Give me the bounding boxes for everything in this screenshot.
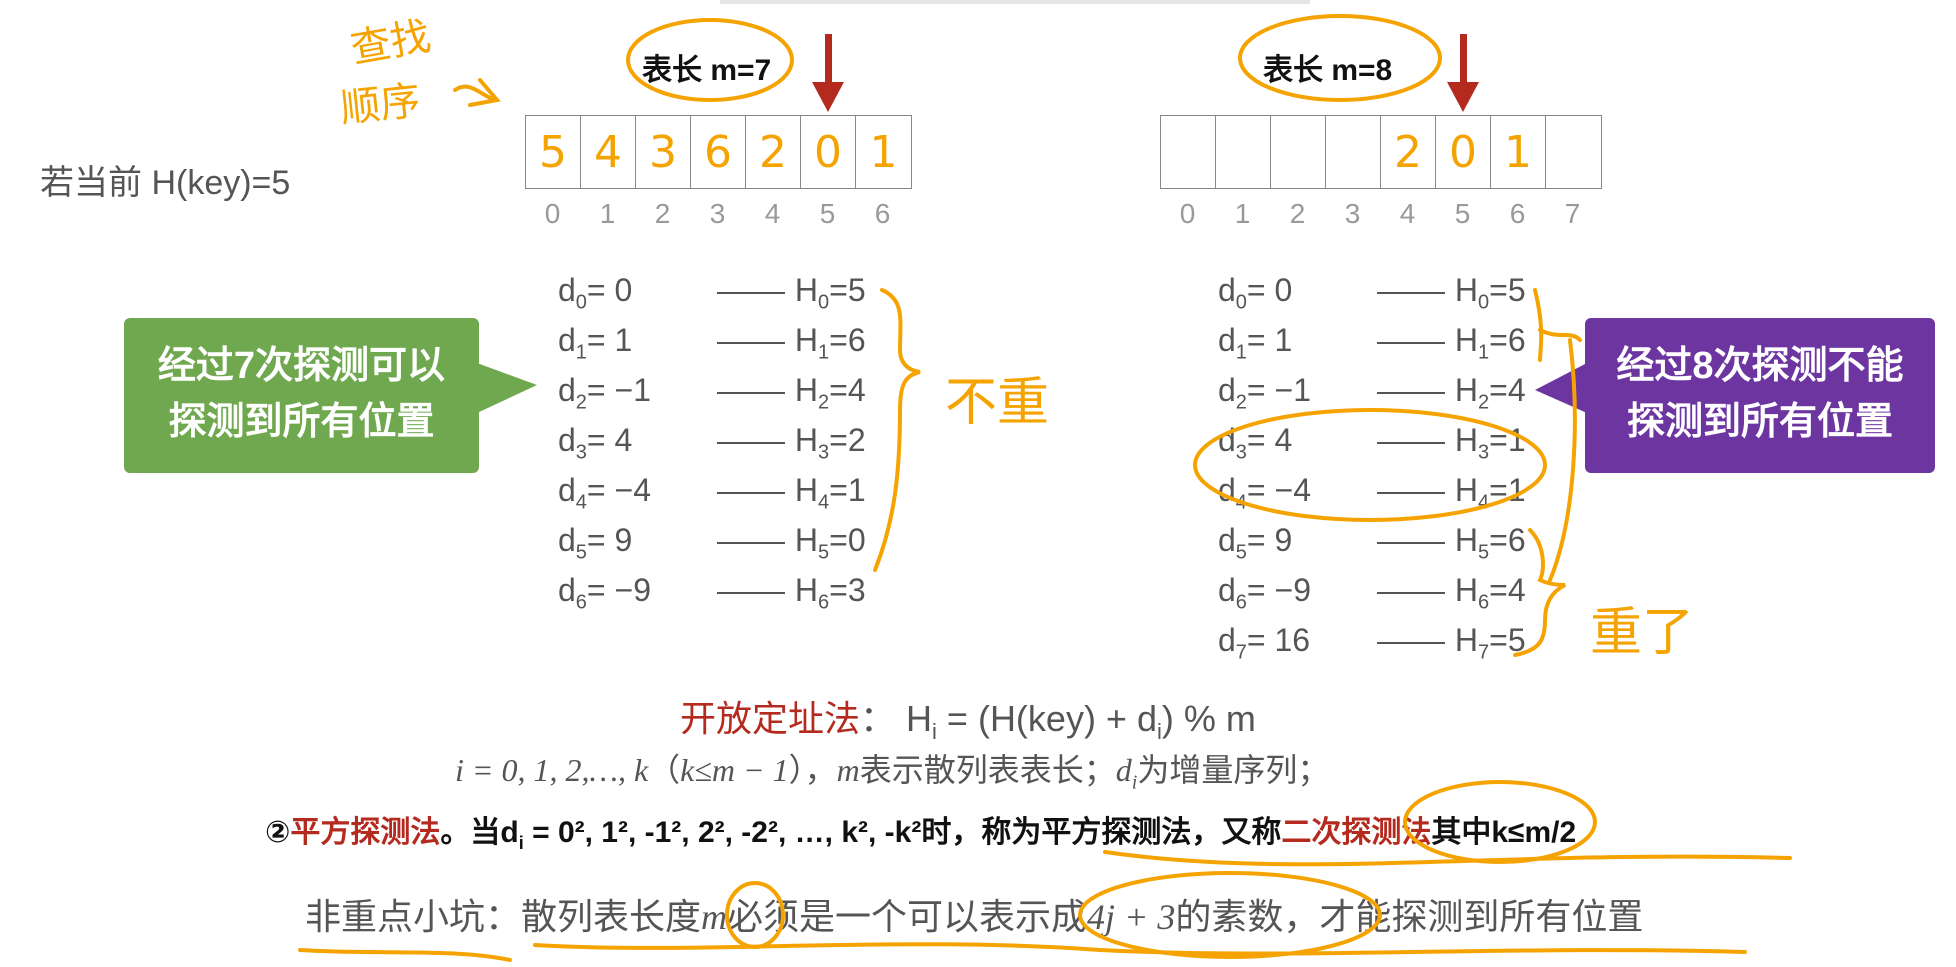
right-bottom-brace (1513, 528, 1566, 657)
m-circle (725, 881, 785, 949)
arrow-scribble-icon (453, 78, 501, 107)
right-top-brace (1533, 288, 1582, 362)
left-brace (873, 288, 921, 572)
underline-pitfall (298, 948, 512, 962)
expr-circle (1078, 871, 1382, 959)
repeat-circle (1193, 408, 1547, 522)
ink-overlay (298, 14, 1792, 962)
second-probe-circle (1403, 780, 1597, 864)
left-label-circle (626, 18, 794, 102)
right-long-stroke (1548, 338, 1577, 582)
right-label-circle (1238, 14, 1442, 102)
